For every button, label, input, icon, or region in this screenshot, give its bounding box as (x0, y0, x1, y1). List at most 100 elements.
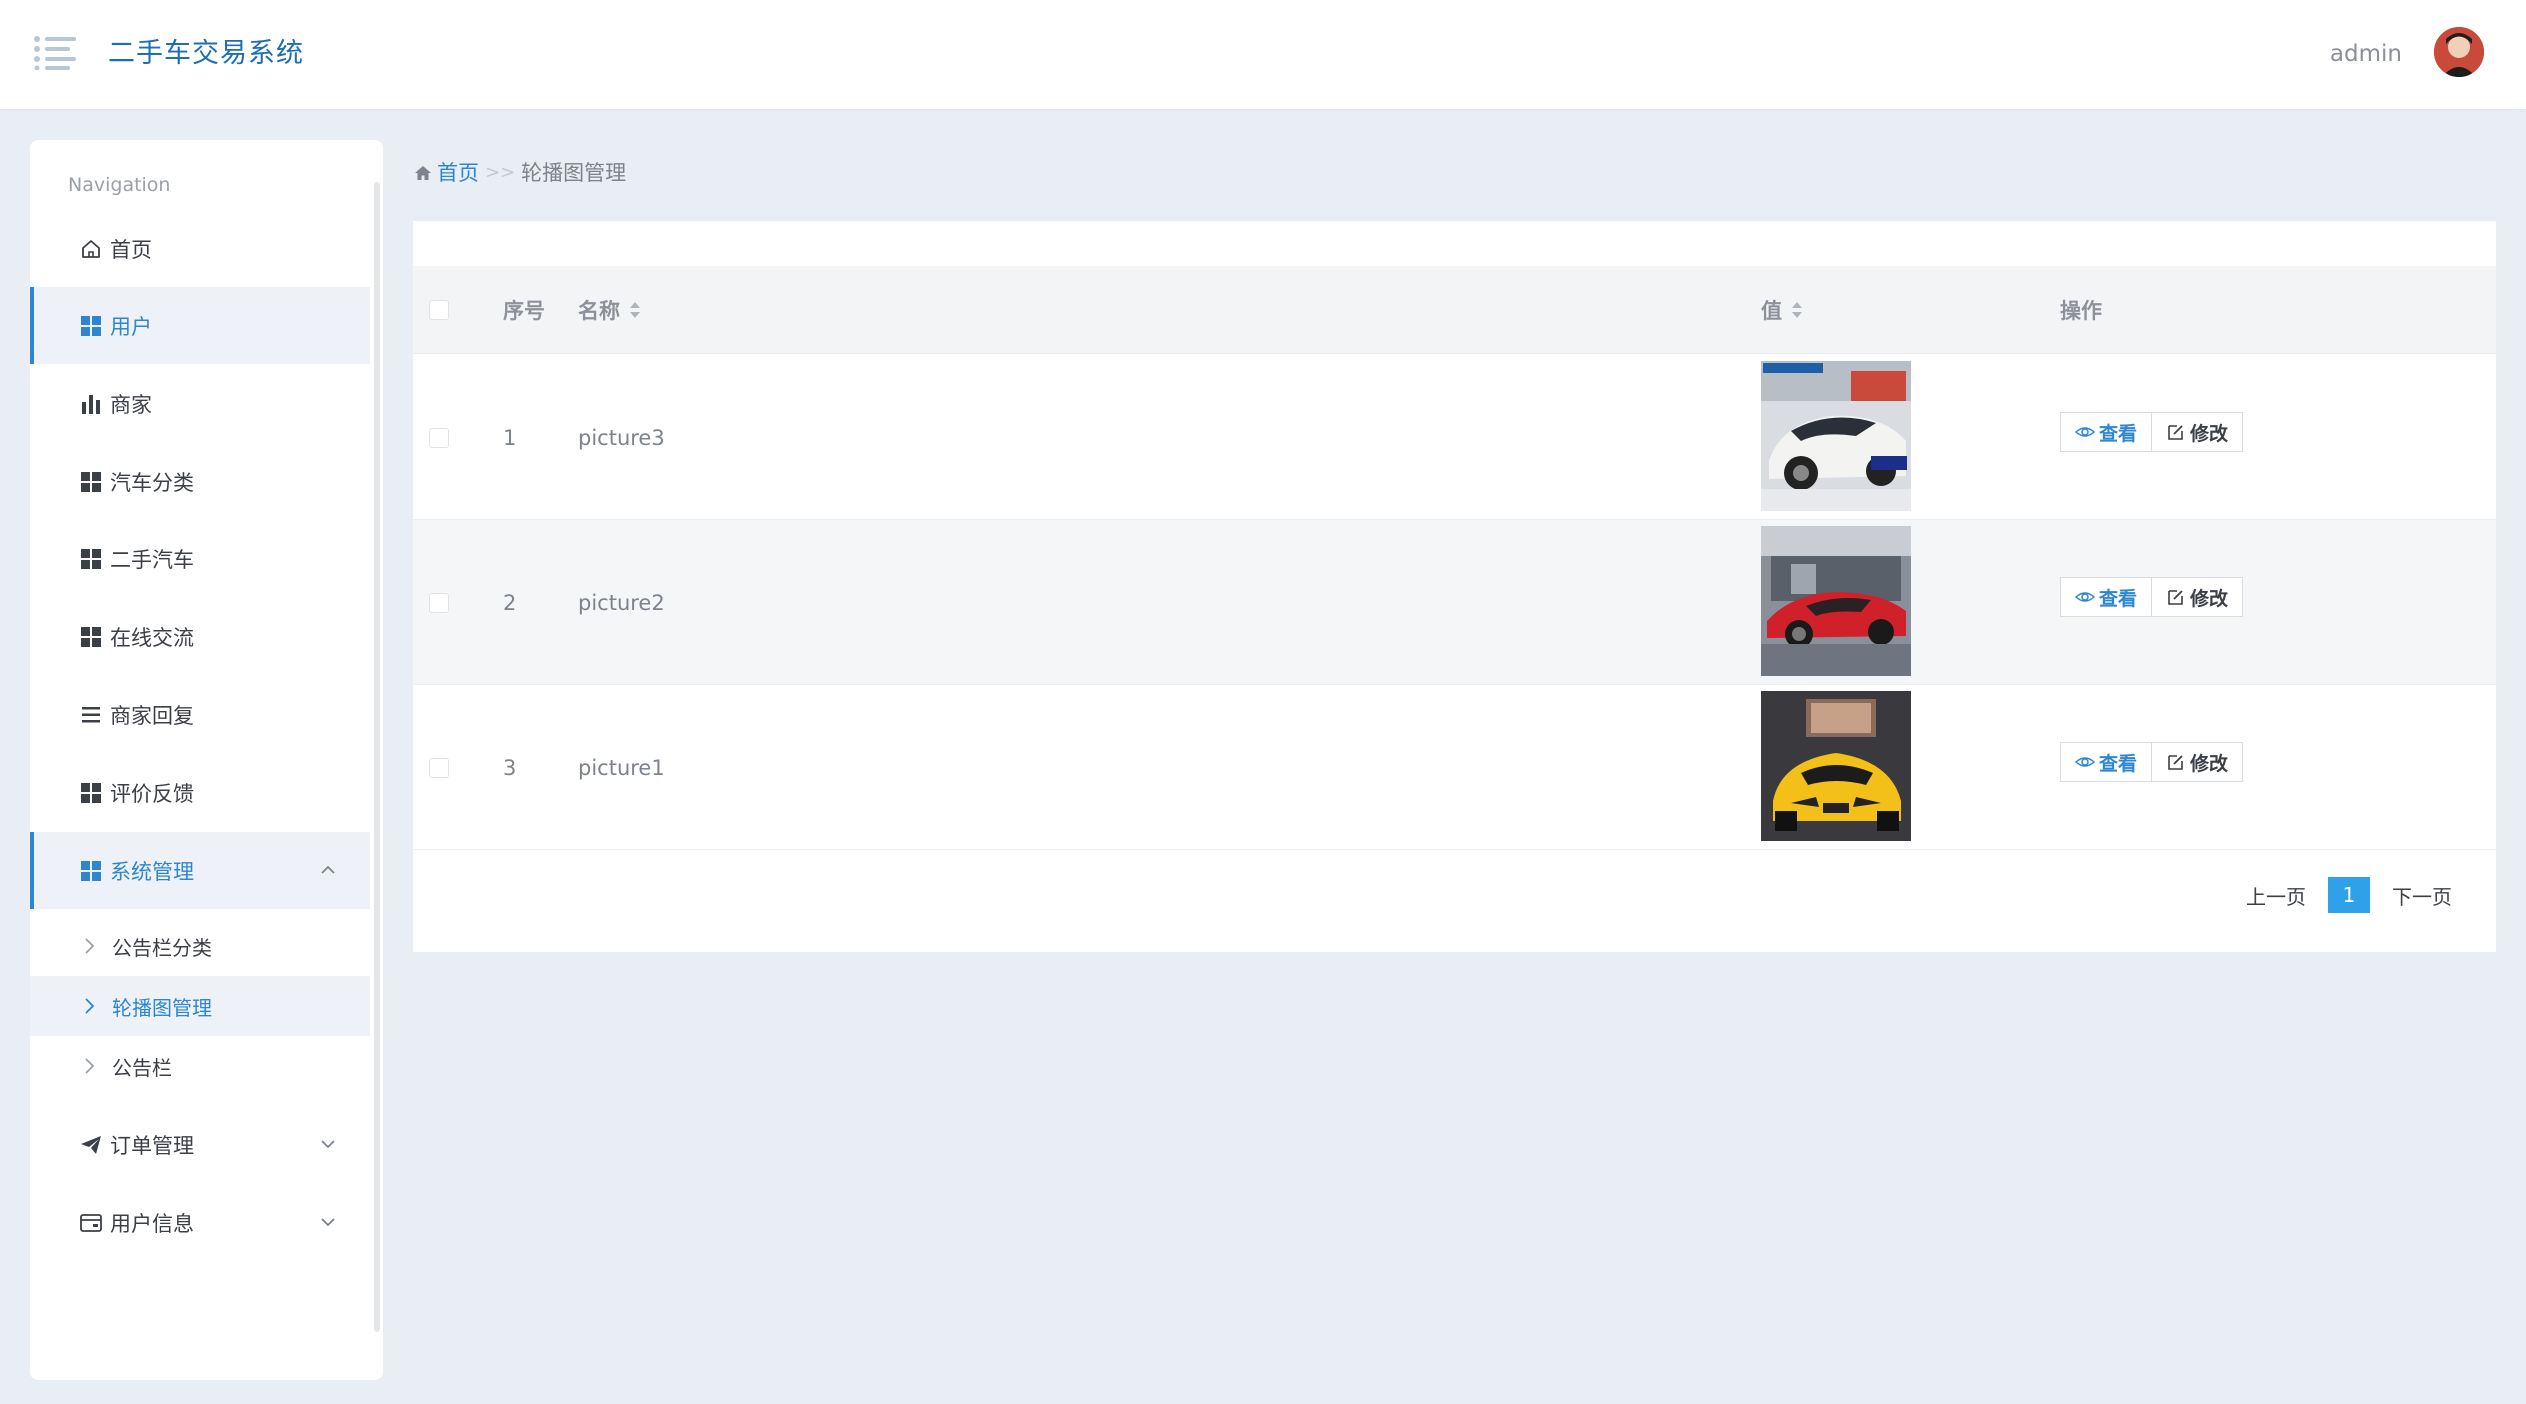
edit-button[interactable]: 修改 (2152, 412, 2244, 452)
row-checkbox[interactable] (429, 592, 449, 613)
chevron-right-icon (80, 935, 102, 957)
wallet-icon (78, 1210, 104, 1236)
bar-chart-icon (78, 391, 104, 417)
breadcrumb: 首页 >> 轮播图管理 (413, 158, 626, 188)
top-header: 二手车交易系统 admin (0, 0, 2526, 109)
avatar[interactable] (2434, 27, 2484, 77)
chevron-right-icon (80, 995, 102, 1017)
carousel-table-card: 序号 名称 值 操作 1 picture3 查看 修改 2 picture2 查… (413, 221, 2496, 952)
sidebar-subitem-carousel-management[interactable]: 轮播图管理 (30, 976, 370, 1036)
sidebar-subitem-label: 轮播图管理 (112, 995, 212, 1020)
next-page-button[interactable]: 下一页 (2392, 881, 2452, 910)
view-button[interactable]: 查看 (2060, 742, 2153, 782)
edit-button-label: 修改 (2190, 422, 2229, 445)
row-checkbox[interactable] (429, 757, 449, 778)
sidebar-item-label: 在线交流 (110, 625, 194, 650)
select-all-checkbox[interactable] (429, 300, 449, 320)
row-index: 2 (503, 590, 517, 615)
select-all-checkbox-cell (429, 266, 449, 354)
grid-icon (78, 546, 104, 572)
view-button[interactable]: 查看 (2060, 577, 2153, 617)
sidebar-subitem-notice-category[interactable]: 公告栏分类 (30, 916, 370, 976)
grid-icon (78, 313, 104, 339)
sidebar-item-merchants[interactable]: 商家 (30, 365, 370, 442)
column-header-name[interactable]: 名称 (578, 266, 642, 354)
prev-page-button[interactable]: 上一页 (2246, 881, 2306, 910)
sidebar-item-feedback[interactable]: 评价反馈 (30, 754, 370, 831)
sidebar-item-label: 首页 (110, 237, 152, 262)
home-icon (413, 163, 433, 183)
edit-button[interactable]: 修改 (2152, 577, 2244, 617)
table-row: 2 picture2 查看 修改 (413, 520, 2496, 685)
sidebar-item-label: 系统管理 (110, 859, 194, 884)
row-name: picture2 (578, 590, 665, 615)
grid-icon (78, 624, 104, 650)
row-actions: 查看 修改 (2060, 577, 2244, 617)
sidebar-item-users[interactable]: 用户 (30, 287, 370, 364)
yellow-sports-car-thumbnail[interactable] (1761, 691, 1911, 841)
sidebar-item-label: 订单管理 (110, 1133, 194, 1158)
red-sports-car-thumbnail[interactable] (1761, 526, 1911, 676)
row-checkbox[interactable] (429, 427, 449, 448)
sidebar-item-label: 商家回复 (110, 703, 194, 728)
chevron-up-icon (318, 860, 338, 880)
edit-button[interactable]: 修改 (2152, 742, 2244, 782)
breadcrumb-home-link[interactable]: 首页 (437, 158, 479, 188)
view-button[interactable]: 查看 (2060, 412, 2153, 452)
page-number-button[interactable]: 1 (2328, 877, 2370, 913)
sort-icon[interactable] (1790, 298, 1804, 322)
column-header-value-label: 值 (1761, 299, 1782, 323)
view-button-label: 查看 (2099, 422, 2138, 445)
sidebar-item-label: 用户信息 (110, 1211, 194, 1236)
row-name: picture3 (578, 425, 665, 450)
row-actions: 查看 修改 (2060, 412, 2244, 452)
sidebar-scrollbar[interactable] (374, 182, 380, 1332)
table-header: 序号 名称 值 操作 (413, 266, 2496, 354)
column-header-actions: 操作 (2060, 299, 2102, 323)
sidebar-item-order-management[interactable]: 订单管理 (30, 1106, 370, 1183)
grid-icon (78, 469, 104, 495)
sidebar-item-merchant-reply[interactable]: 商家回复 (30, 676, 370, 753)
sidebar-item-label: 汽车分类 (110, 470, 194, 495)
chevron-right-icon (80, 1055, 102, 1077)
white-sports-car-thumbnail[interactable] (1761, 361, 1911, 511)
home-icon (78, 236, 104, 262)
sidebar-item-label: 二手汽车 (110, 547, 194, 572)
table-row: 3 picture1 查看 修改 (413, 685, 2496, 850)
view-button-label: 查看 (2099, 752, 2138, 775)
paper-plane-icon (78, 1132, 104, 1158)
edit-button-label: 修改 (2190, 752, 2229, 775)
chevron-down-icon (318, 1134, 338, 1154)
column-header-name-label: 名称 (578, 299, 620, 323)
sidebar-item-system-management[interactable]: 系统管理 (30, 832, 370, 909)
row-checkbox-cell (429, 355, 449, 520)
eye-icon (2075, 587, 2095, 607)
edit-button-label: 修改 (2190, 587, 2229, 610)
sidebar-item-user-info[interactable]: 用户信息 (30, 1184, 370, 1261)
eye-icon (2075, 752, 2095, 772)
user-name[interactable]: admin (2330, 36, 2402, 72)
edit-icon (2166, 422, 2186, 442)
sort-icon[interactable] (628, 298, 642, 322)
edit-icon (2166, 752, 2186, 772)
edit-icon (2166, 587, 2186, 607)
sidebar-item-used-cars[interactable]: 二手汽车 (30, 520, 370, 597)
sidebar-subitem-notice-board[interactable]: 公告栏 (30, 1036, 370, 1096)
sidebar-item-label: 用户 (110, 314, 152, 339)
chevron-down-icon (318, 1212, 338, 1232)
nav-heading: Navigation (68, 174, 171, 196)
row-actions: 查看 修改 (2060, 742, 2244, 782)
breadcrumb-separator: >> (485, 162, 516, 183)
eye-icon (2075, 422, 2095, 442)
sidebar-item-label: 评价反馈 (110, 781, 194, 806)
pagination: 上一页 1 下一页 (2246, 877, 2452, 913)
breadcrumb-current: 轮播图管理 (521, 161, 627, 185)
menu-toggle-icon[interactable] (34, 36, 76, 70)
row-index: 1 (503, 425, 517, 450)
grid-icon (78, 858, 104, 884)
sidebar-item-home[interactable]: 首页 (30, 210, 370, 287)
sidebar-item-car-category[interactable]: 汽车分类 (30, 443, 370, 520)
sidebar-item-online-chat[interactable]: 在线交流 (30, 598, 370, 675)
column-header-value[interactable]: 值 (1761, 266, 1804, 354)
grid-icon (78, 780, 104, 806)
